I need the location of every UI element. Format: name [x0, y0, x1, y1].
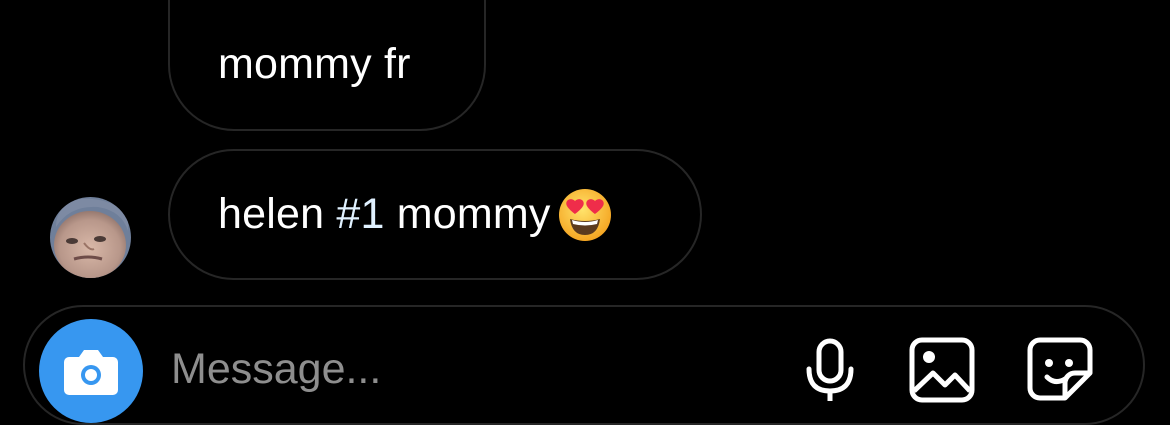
camera-button[interactable]: [39, 319, 143, 423]
avatar[interactable]: [50, 197, 131, 278]
message-bubble[interactable]: mommy fr: [168, 0, 486, 131]
gallery-icon[interactable]: [907, 333, 977, 403]
message-composer[interactable]: [23, 305, 1145, 425]
message-text: helen #1 mommy: [218, 190, 551, 238]
message-bubble[interactable]: helen #1 mommy: [168, 149, 702, 280]
message-input[interactable]: [171, 329, 731, 409]
microphone-icon[interactable]: [795, 333, 865, 403]
message-text: mommy fr: [218, 40, 411, 88]
hashtag-link[interactable]: #1: [336, 190, 384, 238]
camera-icon: [64, 350, 118, 395]
heart-eyes-emoji: [558, 188, 611, 241]
avatar-image: [50, 197, 131, 278]
sticker-icon[interactable]: [1025, 333, 1095, 403]
